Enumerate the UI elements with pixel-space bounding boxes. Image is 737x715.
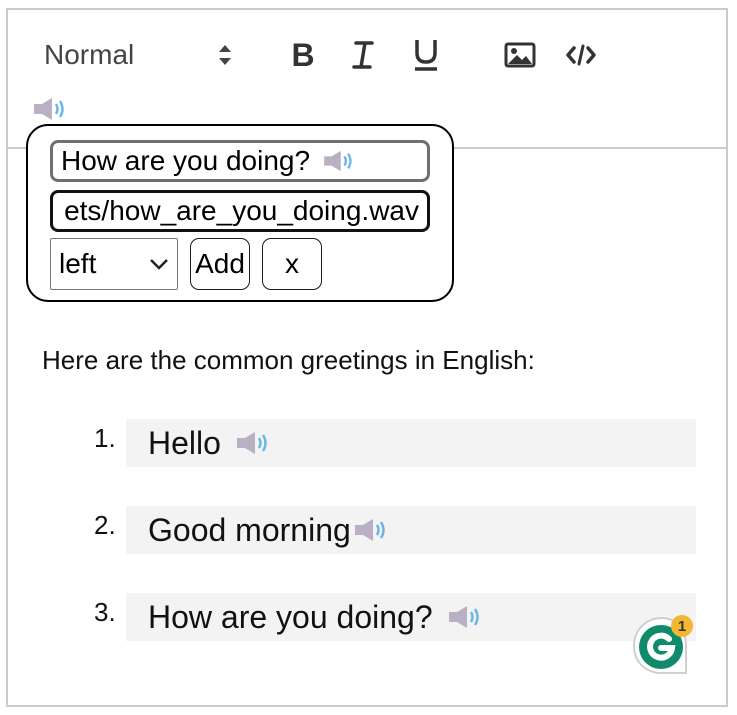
popup-actions: left Add x	[50, 238, 322, 290]
list-item-text: Hello	[148, 424, 221, 461]
chevron-down-icon	[150, 259, 168, 270]
rich-text-editor: Normal B How are you doing? ets/how_are_…	[6, 8, 728, 707]
list-item-text: How are you doing?	[148, 598, 433, 635]
grammarly-badge-count: 1	[678, 618, 686, 635]
align-select-value: left	[59, 248, 97, 279]
audio-url-field[interactable]: ets/how_are_you_doing.wav	[50, 190, 430, 232]
speaker-icon[interactable]	[353, 517, 387, 543]
audio-popup: How are you doing? ets/how_are_you_doing…	[26, 124, 454, 302]
underline-icon	[415, 40, 437, 71]
code-button[interactable]	[560, 34, 602, 76]
list-item: 1. Hello	[68, 419, 698, 467]
image-button[interactable]	[499, 34, 541, 76]
align-select[interactable]: left	[50, 238, 178, 290]
format-select[interactable]: Normal	[44, 35, 234, 75]
underline-button[interactable]	[405, 34, 447, 76]
list-item-text: Good morning	[148, 511, 351, 548]
list-number: 1.	[94, 423, 116, 453]
italic-icon	[352, 41, 374, 69]
speaker-icon[interactable]	[235, 430, 269, 456]
speaker-icon	[324, 150, 352, 172]
audio-chip[interactable]: How are you doing?	[126, 593, 696, 641]
bold-button[interactable]: B	[282, 34, 324, 76]
sort-caret-icon	[219, 45, 231, 65]
grammarly-button[interactable]: 1	[628, 610, 696, 678]
close-button[interactable]: x	[262, 238, 322, 290]
list-number: 2.	[94, 510, 116, 540]
audio-url-value: ets/how_are_you_doing.wav	[64, 195, 419, 226]
intro-paragraph: Here are the common greetings in English…	[42, 345, 535, 375]
audio-text-value: How are you doing?	[61, 145, 311, 176]
italic-button[interactable]	[342, 34, 384, 76]
image-icon	[504, 42, 536, 68]
audio-chip[interactable]: Good morning	[126, 506, 696, 554]
code-icon	[566, 44, 596, 66]
list-item: 2. Good morning	[68, 506, 698, 554]
bold-icon: B	[291, 36, 315, 73]
audio-chip[interactable]: Hello	[126, 419, 696, 467]
list-item: 3. How are you doing?	[68, 593, 698, 641]
audio-text-field[interactable]: How are you doing?	[50, 140, 430, 182]
list-number: 3.	[94, 597, 116, 627]
add-button[interactable]: Add	[190, 238, 250, 290]
speaker-icon[interactable]	[447, 604, 481, 630]
speaker-icon[interactable]	[32, 96, 66, 122]
format-select-value: Normal	[44, 39, 135, 70]
